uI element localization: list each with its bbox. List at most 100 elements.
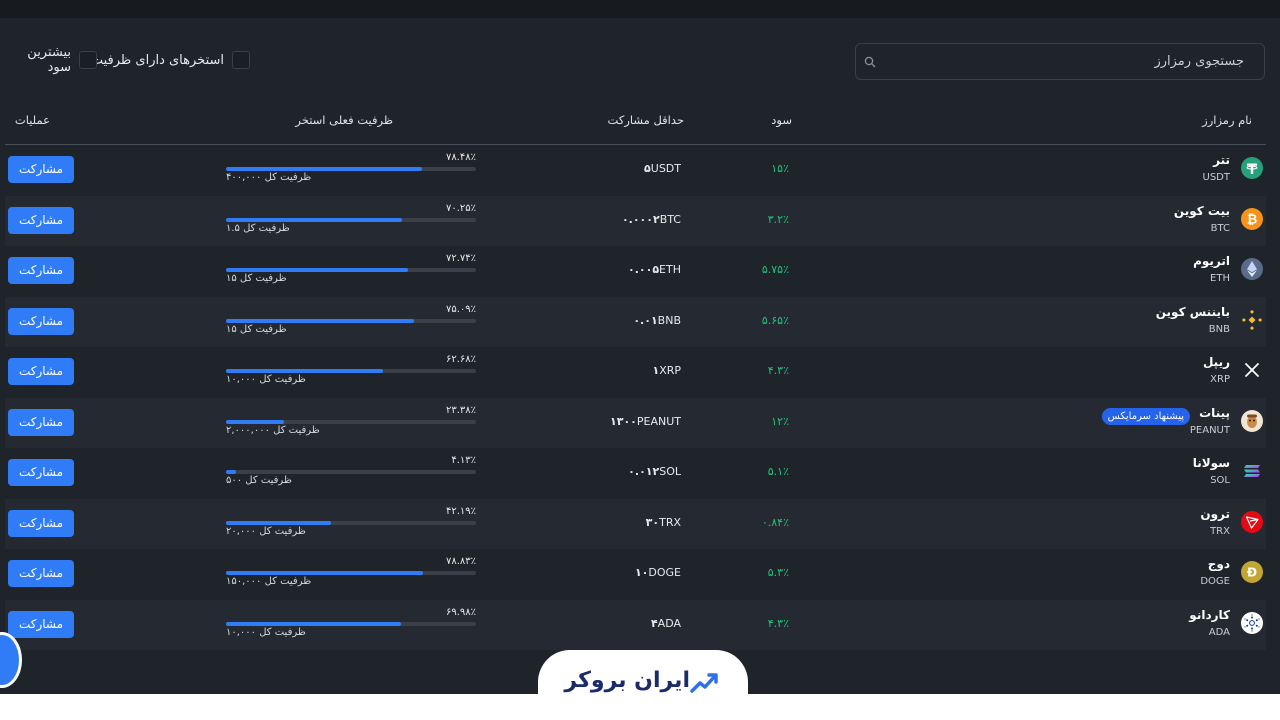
capacity-bar <box>226 520 476 525</box>
has-capacity-checkbox[interactable] <box>232 51 250 69</box>
participate-button[interactable]: مشارکت <box>8 257 74 284</box>
search-input[interactable] <box>882 44 1252 79</box>
header-min-contribution[interactable]: حداقل مشارکت <box>608 113 684 127</box>
profit-value: ۱۵٪ <box>771 162 789 175</box>
capacity-bar-fill <box>226 217 402 222</box>
capacity-total: ظرفیت کل ۱۵۰,۰۰۰ <box>226 576 312 587</box>
capacity-bar <box>226 571 476 575</box>
capacity-total: ظرفیت کل ۱۵ <box>226 323 287 335</box>
min-contribution: ۰.۰۰۵ETH <box>623 263 681 276</box>
min-contribution: ۰.۰۰۰۲BTC <box>617 213 681 226</box>
min-contribution: ۰.۰۱۲SOL <box>623 465 681 478</box>
capacity-percent: ۷۸.۴۸٪ <box>445 152 476 163</box>
capacity-cell: ۴۲.۱۹٪ ظرفیت کل ۲۰,۰۰۰ <box>226 505 476 545</box>
capacity-bar <box>226 419 476 424</box>
coin-symbol: SOL <box>1210 475 1230 486</box>
participate-button[interactable]: مشارکت <box>8 408 74 436</box>
min-amount: ۰.۰۰۰۲ <box>621 212 660 226</box>
table-row: مشارکت ۶۲.۶۸٪ ظرفیت کل ۱۰,۰۰۰ ۱XRP ۴.۳٪ … <box>5 347 1266 397</box>
capacity-bar-fill <box>226 318 414 323</box>
min-unit: XRP <box>659 364 681 377</box>
capacity-bar <box>226 268 476 272</box>
table-row: مشارکت ۷۸.۴۸٪ ظرفیت کل ۴۰۰,۰۰۰ ۵ USDT ۱۵٪… <box>5 145 1266 195</box>
header-pool-capacity[interactable]: ظرفیت فعلی استخر <box>295 113 393 127</box>
min-unit: PEANUT <box>636 414 681 428</box>
min-unit: ETH <box>659 263 681 276</box>
coin-symbol: DOGE <box>1200 576 1230 587</box>
participate-button[interactable]: مشارکت <box>8 509 74 537</box>
coin-symbol: ADA <box>1208 626 1230 638</box>
participate-button[interactable]: مشارکت <box>8 610 74 638</box>
capacity-total: ظرفیت کل ۱۰,۰۰۰ <box>226 626 306 638</box>
chart-trend-icon <box>690 673 718 693</box>
participate-button[interactable]: مشارکت <box>8 156 74 183</box>
participate-button[interactable]: مشارکت <box>8 206 74 234</box>
participate-button[interactable]: مشارکت <box>8 459 74 486</box>
participate-button[interactable]: مشارکت <box>8 307 74 335</box>
coin-name: کاردانو <box>1189 607 1230 622</box>
capacity-bar-fill <box>226 268 408 272</box>
coin-symbol: USDT <box>1202 172 1230 183</box>
ethereum-icon <box>1241 258 1263 280</box>
table-row: مشارکت ۶۹.۹۸٪ ظرفیت کل ۱۰,۰۰۰ ۴ADA ۴.۳٪ … <box>5 599 1266 650</box>
capacity-bar <box>226 217 476 222</box>
min-unit: ADA <box>657 616 681 630</box>
capacity-total: ظرفیت کل ۲,۰۰۰,۰۰۰ <box>226 424 320 436</box>
coin-name: ریپل <box>1202 355 1230 369</box>
svg-text:₿: ₿ <box>1247 212 1258 227</box>
offer-badge: پیشنهاد سرمایکس <box>1101 407 1190 425</box>
capacity-bar-fill <box>226 520 332 525</box>
capacity-cell: ۴.۱۳٪ ظرفیت کل ۵۰۰ <box>226 454 476 494</box>
profit-value: ۵.۳٪ <box>767 566 789 579</box>
search-icon <box>864 56 876 68</box>
coin-name: سولانا <box>1192 456 1230 470</box>
coin-symbol: BTC <box>1210 222 1230 234</box>
capacity-percent: ۴۲.۱۹٪ <box>445 505 476 517</box>
min-contribution: ۳۰TRX <box>641 516 681 529</box>
capacity-cell: ۷۰.۲۵٪ ظرفیت کل ۱.۵ <box>226 202 476 242</box>
min-amount: ۰.۰۰۵ <box>628 263 660 276</box>
tether-icon <box>1241 157 1263 179</box>
watermark-logo-text: ایران بروکر <box>564 668 690 693</box>
coin-name: بایننس کوین <box>1155 304 1230 319</box>
has-capacity-label: استخرهای دارای ظرفیت <box>90 52 224 68</box>
min-amount: ۴ <box>650 616 658 630</box>
min-amount: ۱۳۰۰ <box>610 414 637 428</box>
capacity-total: ظرفیت کل ۲۰,۰۰۰ <box>226 525 306 537</box>
coin-name: ترون <box>1200 506 1230 521</box>
min-amount: ۵ <box>644 162 651 175</box>
coin-name: بیت کوین <box>1173 203 1230 218</box>
top-strip <box>0 0 1280 18</box>
capacity-bar-fill <box>226 470 237 474</box>
table-row: مشارکت ۴۲.۱۹٪ ظرفیت کل ۲۰,۰۰۰ ۳۰TRX ۰.۸۴… <box>5 498 1266 549</box>
profit-value: ۵.۱٪ <box>767 465 789 478</box>
participate-button[interactable]: مشارکت <box>8 560 74 587</box>
dogecoin-icon: Ð <box>1241 561 1263 583</box>
capacity-bar <box>226 369 476 373</box>
min-contribution: ۴ADA <box>646 617 681 630</box>
capacity-bar-fill <box>226 167 423 171</box>
capacity-cell: ۷۵.۰۹٪ ظرفیت کل ۱۵ <box>226 303 476 343</box>
capacity-total: ظرفیت کل ۱۰,۰۰۰ <box>226 374 306 385</box>
min-contribution: ۱۳۰۰PEANUT <box>605 415 681 428</box>
header-profit[interactable]: سود <box>771 113 792 127</box>
participate-button[interactable]: مشارکت <box>8 358 74 385</box>
capacity-cell: ۲۳.۳۸٪ ظرفیت کل ۲,۰۰۰,۰۰۰ <box>226 404 476 444</box>
header-name[interactable]: نام رمزارز <box>1202 113 1252 127</box>
highest-profit-checkbox[interactable] <box>79 51 97 69</box>
svg-text:Ð: Ð <box>1247 566 1257 580</box>
capacity-cell: ۷۸.۴۸٪ ظرفیت کل ۴۰۰,۰۰۰ <box>226 151 476 191</box>
min-unit: DOGE <box>648 566 681 579</box>
coin-name: تتر <box>1213 153 1230 167</box>
xrp-icon <box>1241 359 1263 381</box>
peanut-icon <box>1241 409 1263 432</box>
cardano-icon <box>1241 611 1263 634</box>
capacity-percent: ۷۸.۸۳٪ <box>445 556 476 567</box>
table-row: مشارکت ۷۸.۸۳٪ ظرفیت کل ۱۵۰,۰۰۰ ۱۰DOGE ۵.… <box>5 549 1266 599</box>
filter-has-capacity[interactable]: استخرهای دارای ظرفیت <box>91 50 250 70</box>
header-actions: عملیات <box>14 113 50 127</box>
coin-symbol: XRP <box>1210 374 1230 385</box>
search-box[interactable] <box>855 43 1265 80</box>
filter-highest-profit[interactable]: بیشترین سود <box>0 45 97 75</box>
min-amount: ۱۰ <box>634 566 649 579</box>
